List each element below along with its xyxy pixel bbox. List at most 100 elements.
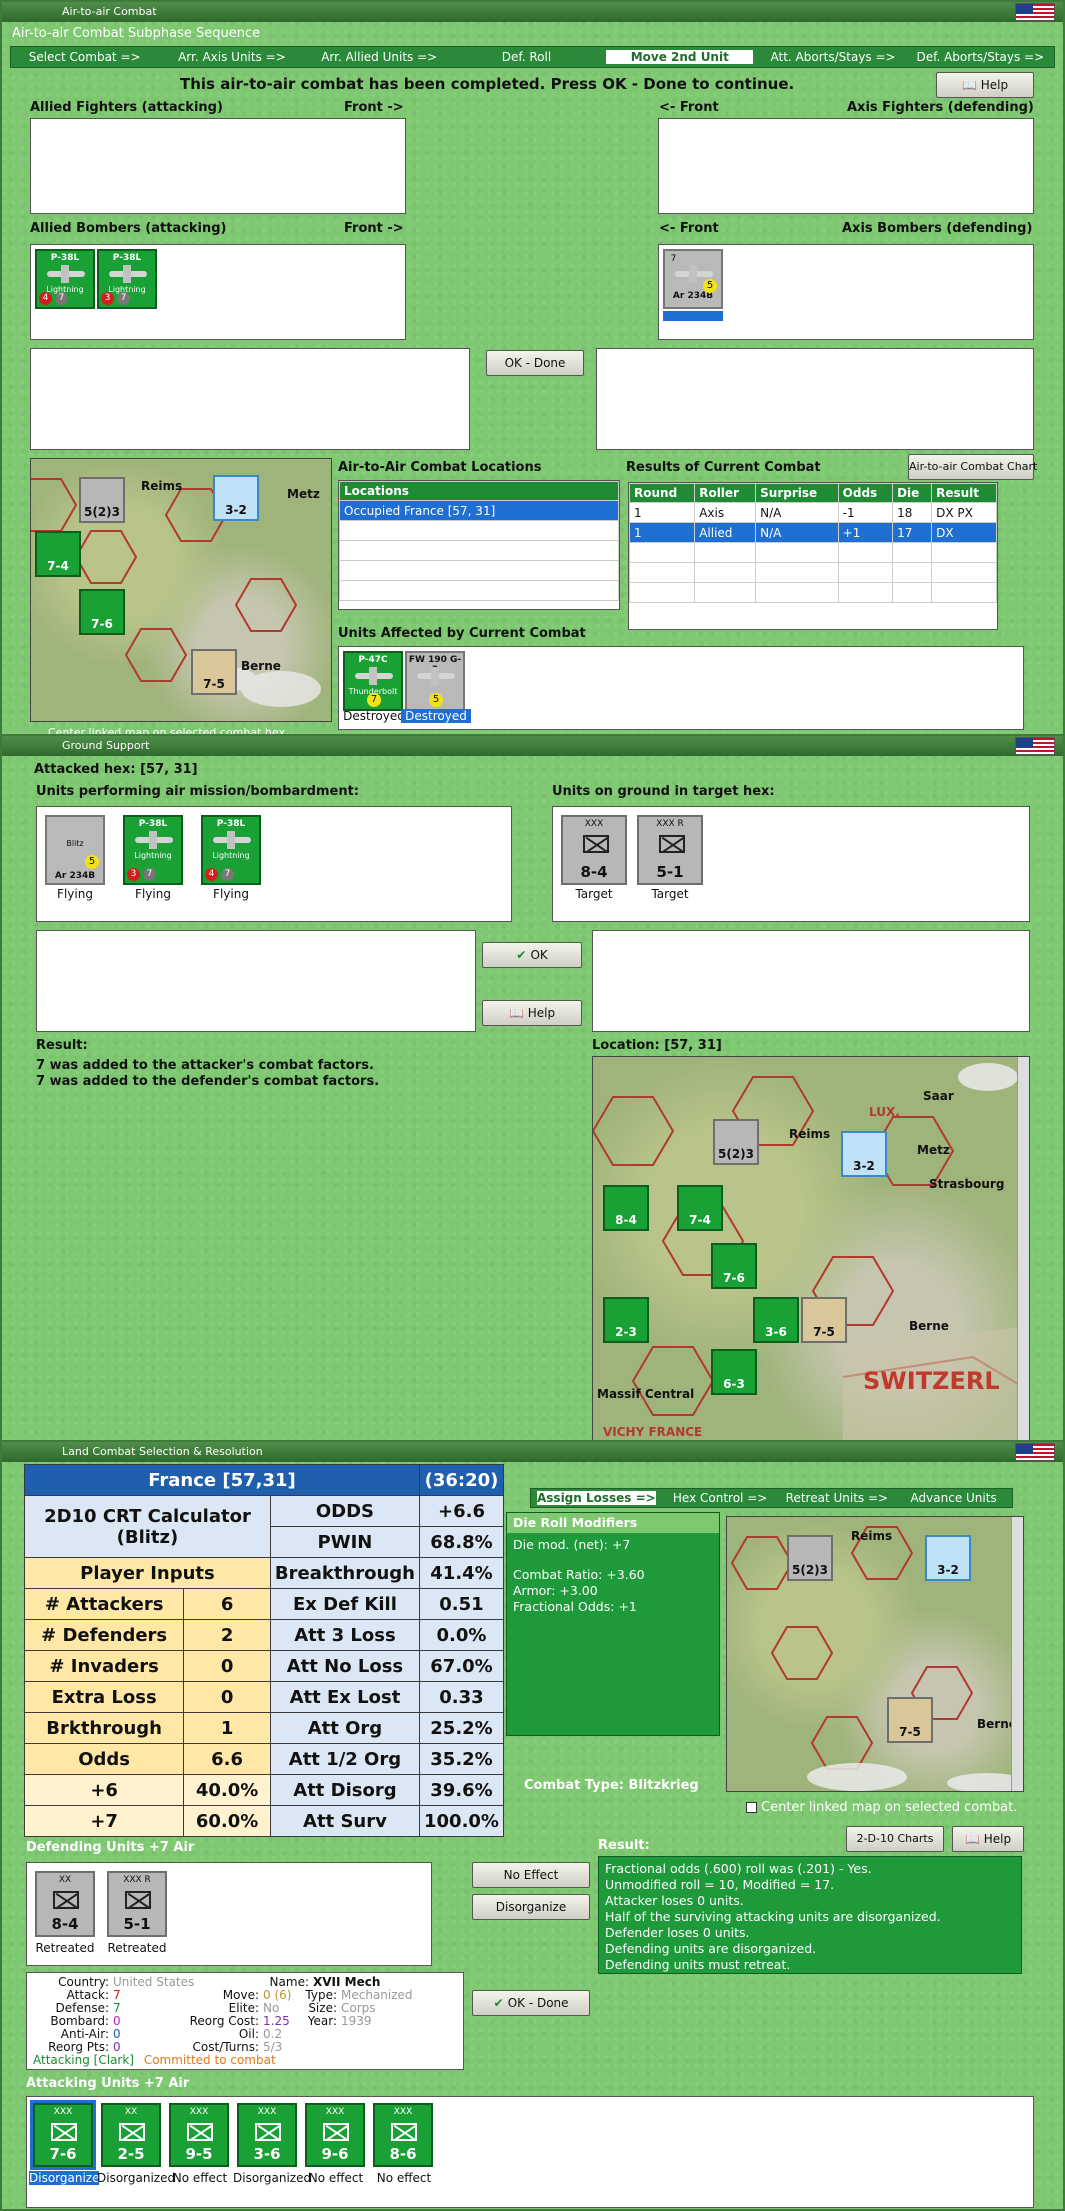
locations-table[interactable]: Locations Occupied France [57, 31]: [338, 480, 620, 610]
phase-retreat[interactable]: Retreat Units =>: [779, 1491, 896, 1505]
allied-fighters-box[interactable]: [30, 118, 406, 214]
attacking-unit[interactable]: XX 2-5: [101, 2103, 161, 2167]
map-unit[interactable]: 7-4: [677, 1185, 723, 1231]
air-unit-ar234[interactable]: Ar 234B Blitz 5: [45, 815, 105, 885]
phase-select-combat[interactable]: Select Combat =>: [11, 50, 158, 64]
location-row[interactable]: Occupied France [57, 31]: [339, 500, 619, 521]
phase-move-2nd[interactable]: Move 2nd Unit: [606, 50, 754, 64]
map-unit[interactable]: 3-2: [841, 1131, 887, 1177]
armor-symbol-icon: [51, 2123, 77, 2141]
table-row[interactable]: 1 Allied N/A +1 17 DX: [628, 522, 997, 543]
target-unit-xiii-inf[interactable]: XXX 8-4: [561, 815, 627, 885]
armor-symbol-icon: [391, 2123, 417, 2141]
input-invaders[interactable]: 0: [183, 1650, 271, 1682]
help-button[interactable]: 📖 Help: [936, 72, 1034, 98]
affected-unit-fw190[interactable]: FW 190 G-3 5: [405, 651, 465, 711]
ground-notes-left: [36, 930, 476, 1032]
linked-map-land[interactable]: Reims Berne 5(2)3 3-2 7-5: [726, 1516, 1024, 1792]
phase-arr-allied[interactable]: Arr. Allied Units =>: [306, 50, 453, 64]
linked-map-air[interactable]: Reims Metz Berne 5(2)3 3-2 7-4 7-6 7-5: [30, 458, 332, 722]
phase-arr-axis[interactable]: Arr. Axis Units =>: [158, 50, 305, 64]
charts-button[interactable]: 2-D-10 Charts: [846, 1826, 944, 1852]
axis-bombers-box[interactable]: Ar 234B 7 5: [658, 244, 1034, 340]
affected-title: Units Affected by Current Combat: [338, 626, 586, 641]
map-unit[interactable]: 5(2)3: [713, 1119, 759, 1165]
phase-def-roll[interactable]: Def. Roll: [453, 50, 600, 64]
map-unit[interactable]: 2-3: [603, 1297, 649, 1343]
drm-box: Die Roll Modifiers Die mod. (net): +7 Co…: [506, 1512, 720, 1736]
help-button[interactable]: 📖 Help: [482, 1000, 582, 1026]
axis-fighters-box[interactable]: [658, 118, 1034, 214]
attacking-caption: Disorganized: [97, 2171, 176, 2185]
help-button[interactable]: 📖 Help: [952, 1826, 1024, 1852]
map-unit[interactable]: 3-2: [925, 1535, 971, 1581]
input-defenders[interactable]: 2: [183, 1619, 271, 1651]
ground-units-box: XXX 8-4 Target XXX R 5-1 Target: [552, 806, 1030, 922]
map-unit[interactable]: 7-6: [711, 1243, 757, 1289]
drm-title: Die Roll Modifiers: [507, 1513, 719, 1533]
affected-unit-p47[interactable]: P-47C Thunderbolt 7: [343, 651, 403, 711]
input-odds[interactable]: 6.6: [183, 1743, 271, 1775]
phase-def-aborts[interactable]: Def. Aborts/Stays =>: [907, 50, 1054, 64]
air-combat-chart-button[interactable]: Air-to-air Combat Chart: [908, 454, 1037, 480]
table-row[interactable]: 1 Axis N/A -1 18 DX PX: [628, 502, 997, 523]
affected-caption: Destroyed: [401, 709, 471, 723]
no-effect-button[interactable]: No Effect: [472, 1862, 590, 1888]
map-unit[interactable]: 7-6: [79, 589, 125, 635]
col-round: Round: [628, 483, 696, 503]
map-unit[interactable]: 7-5: [191, 649, 237, 695]
attacking-unit[interactable]: XXX 7-6: [30, 2100, 96, 2170]
results-table[interactable]: Round Roller Surprise Odds Die Result 1A…: [628, 482, 998, 630]
linked-map-ground[interactable]: LUX. Saar Reims Metz Strasbourg Berne SW…: [592, 1056, 1030, 1442]
map-scrollbar[interactable]: [1017, 1057, 1029, 1441]
armor-symbol-icon: [187, 2123, 213, 2141]
disorganize-button[interactable]: Disorganize: [472, 1894, 590, 1920]
defending-unit[interactable]: XX 8-4: [35, 1871, 95, 1937]
defending-caption: Retreated: [107, 1941, 167, 1955]
center-link-checkbox[interactable]: Center linked map on selected combat.: [746, 1800, 1017, 1815]
map-label-berne: Berne: [241, 659, 281, 673]
col-die: Die: [892, 483, 933, 503]
allied-bombers-box[interactable]: P-38L Lightning 4 7 P-38L Lightning 3 7: [30, 244, 406, 340]
checkbox-icon[interactable]: [746, 1802, 757, 1813]
ok-done-button[interactable]: ✔ OK - Done: [472, 1990, 590, 2016]
calc-title: 2D10 CRT Calculator (Blitz): [24, 1495, 271, 1558]
map-unit[interactable]: 5(2)3: [787, 1535, 833, 1581]
allied-fighters-label: Allied Fighters (attacking): [30, 100, 223, 115]
map-scrollbar[interactable]: [1011, 1517, 1023, 1791]
bomber-unit-ar234[interactable]: Ar 234B 7 5: [663, 249, 723, 309]
phase-att-aborts[interactable]: Att. Aborts/Stays =>: [759, 50, 906, 64]
ok-button[interactable]: ✔ OK: [482, 942, 582, 968]
map-unit[interactable]: 6-3: [711, 1349, 757, 1395]
input-breakthrough[interactable]: 1: [183, 1712, 271, 1744]
map-unit[interactable]: 3-6: [753, 1297, 799, 1343]
map-unit[interactable]: 7-5: [801, 1297, 847, 1343]
air-unit-p38[interactable]: P-38L Lightning 4 7: [201, 815, 261, 885]
air-unit-p38[interactable]: P-38L Lightning 3 7: [123, 815, 183, 885]
bomber-unit-p38[interactable]: P-38L Lightning 3 7: [97, 249, 157, 309]
defending-units-box: XX 8-4 Retreated XXX R 5-1 Retreated: [26, 1862, 432, 1966]
map-unit[interactable]: 8-4: [603, 1185, 649, 1231]
result-line-2: 7 was added to the defender's combat fac…: [36, 1074, 380, 1089]
ok-done-button[interactable]: OK - Done: [486, 350, 584, 376]
input-extra-loss[interactable]: 0: [183, 1681, 271, 1713]
attacking-unit[interactable]: XXX 3-6: [237, 2103, 297, 2167]
results-title: Results of Current Combat: [626, 460, 821, 475]
map-unit[interactable]: 7-5: [887, 1697, 933, 1743]
phase-advance[interactable]: Advance Units: [895, 1491, 1012, 1505]
phase-assign-losses[interactable]: Assign Losses =>: [537, 1491, 656, 1505]
input-attackers[interactable]: 6: [183, 1588, 271, 1620]
ground-support-window: Ground Support Attacked hex: [57, 31] Un…: [0, 734, 1065, 1446]
phase-hex-control[interactable]: Hex Control =>: [662, 1491, 779, 1505]
attacking-unit[interactable]: XXX 9-6: [305, 2103, 365, 2167]
map-label-massif: Massif Central: [597, 1387, 695, 1401]
attacking-unit[interactable]: XXX 8-6: [373, 2103, 433, 2167]
bomber-unit-p38[interactable]: P-38L Lightning 4 7: [35, 249, 95, 309]
attacking-unit[interactable]: XXX 9-5: [169, 2103, 229, 2167]
map-unit[interactable]: 7-4: [35, 531, 81, 577]
map-unit[interactable]: 3-2: [213, 475, 259, 521]
map-unit[interactable]: 5(2)3: [79, 477, 125, 523]
target-unit-lxxxv-gar[interactable]: XXX R 5-1: [637, 815, 703, 885]
defending-unit[interactable]: XXX R 5-1: [107, 1871, 167, 1937]
map-label-reims: Reims: [851, 1529, 893, 1543]
